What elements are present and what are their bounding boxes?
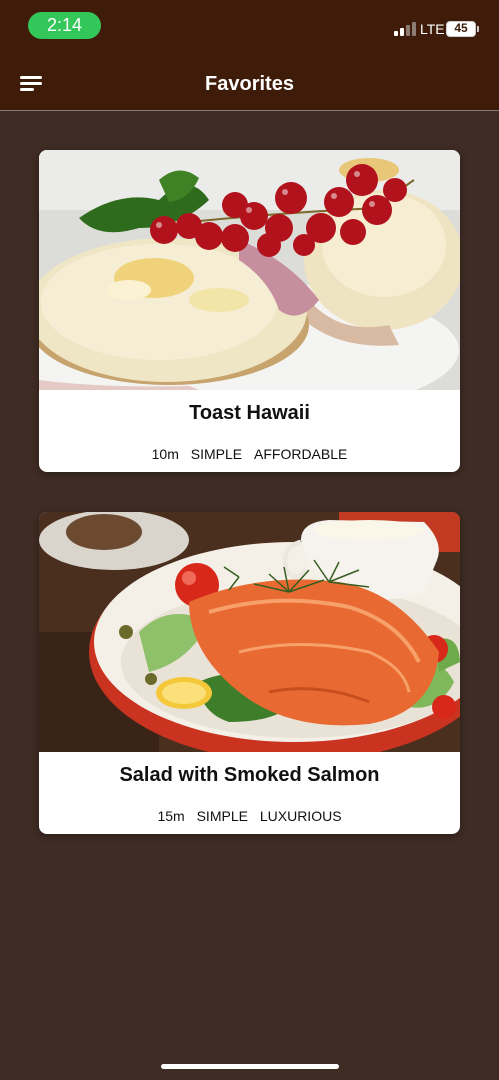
meal-card-toast-hawaii[interactable]: Toast Hawaii 10m SIMPLE AFFORDABLE — [39, 150, 460, 472]
hamburger-menu-icon[interactable] — [20, 76, 44, 92]
status-bar: 2:14 LTE 45 — [0, 0, 499, 56]
meal-image-toast-hawaii — [39, 150, 460, 390]
meal-details: 15m SIMPLE LUXURIOUS — [39, 808, 460, 824]
meal-complexity: SIMPLE — [196, 808, 248, 824]
meal-details: 10m SIMPLE AFFORDABLE — [39, 446, 460, 462]
status-time: 2:14 — [28, 12, 101, 39]
meal-card-salad-smoked-salmon[interactable]: Salad with Smoked Salmon 15m SIMPLE LUXU… — [39, 512, 460, 834]
meal-affordability: LUXURIOUS — [259, 808, 342, 824]
meal-duration: 10m — [151, 446, 179, 462]
meal-title: Toast Hawaii — [189, 402, 310, 424]
network-type: LTE — [420, 21, 445, 37]
meal-affordability: AFFORDABLE — [254, 446, 348, 462]
battery-icon: 45 — [446, 21, 476, 37]
page-title: Favorites — [205, 73, 294, 95]
meal-complexity: SIMPLE — [190, 446, 243, 462]
app-header: Favorites — [0, 56, 499, 111]
battery-nub — [477, 26, 479, 32]
meal-image-salad-smoked-salmon — [39, 512, 460, 752]
home-indicator[interactable] — [161, 1064, 339, 1069]
cellular-signal-icon — [394, 22, 418, 36]
meal-title: Salad with Smoked Salmon — [119, 764, 380, 786]
meal-duration: 15m — [157, 808, 185, 824]
